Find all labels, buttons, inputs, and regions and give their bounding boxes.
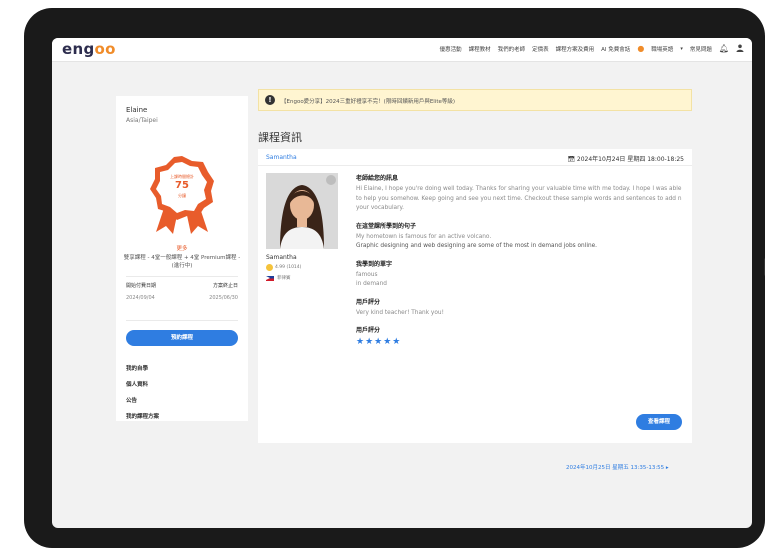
teacher-message-heading: 老師給您的訊息 — [356, 175, 399, 182]
philippines-flag-icon — [266, 275, 274, 281]
page-title: 課程資訊 — [258, 131, 302, 144]
teacher-message-text: Hi Elaine, I hope you're doing well toda… — [356, 186, 682, 211]
bell-icon[interactable]: 🔔︎ — [719, 45, 729, 53]
sentences-block: 在這堂課所學到的句子 My hometown is famous for an … — [356, 221, 684, 252]
course-plan-text: 雙享課程 - 4堂一般課程 + 4堂 Premium課程 - (進行中) — [123, 255, 241, 269]
top-navigation-bar: engoo 優惠活動 課程教材 我們的老師 定價表 課程方案及費用 AI 免費會… — [52, 38, 752, 62]
vocabulary-item: famous — [356, 271, 378, 278]
tutor-rating: 4.99 (1014) — [266, 264, 301, 271]
vocabulary-block: 我學到的單字 famous in demand — [356, 259, 684, 290]
announcement-banner[interactable]: ! 【Engoo愛分享】2024三重好禮享不完！(限時回饋新用戶與Elite等級… — [258, 89, 692, 111]
tutor-country: 菲律賓 — [266, 275, 291, 281]
tutor-portrait — [266, 173, 338, 249]
user-rating-heading: 用戶評分 — [356, 327, 381, 334]
sentence-item: My hometown is famous for an active volc… — [356, 233, 492, 240]
sidebar-item-my-plans[interactable]: 我的課程方案 — [126, 412, 159, 420]
alert-icon: ! — [265, 95, 275, 105]
sidebar-item-profile[interactable]: 個人資料 — [126, 380, 148, 388]
start-date-value: 2024/09/04 — [126, 295, 155, 301]
badge-value: 75 — [175, 180, 189, 191]
user-name: Elaine — [126, 106, 148, 114]
lesson-info-card: Samantha 📅︎ 2024年10月24日 星期四 18:00-18:25 … — [258, 149, 692, 443]
chevron-down-icon: ▾ — [680, 45, 683, 52]
main-nav: 優惠活動 課程教材 我們的老師 定價表 課程方案及費用 AI 免費會話 ● 職場… — [440, 44, 744, 54]
engoo-logo[interactable]: engoo — [62, 40, 116, 58]
sentence-item: Graphic designing and web designing are … — [356, 243, 598, 249]
medal-icon — [266, 264, 273, 271]
end-date-label: 方案終止日 — [212, 283, 238, 289]
user-rating-block: 用戶評分 ★★★★★ — [356, 325, 684, 347]
tutor-name: Samantha — [266, 254, 297, 261]
sidebar-divider — [126, 276, 238, 277]
nav-item-pricing[interactable]: 定價表 — [532, 45, 549, 53]
user-timezone: Asia/Taipei — [126, 117, 158, 124]
nav-item-promotions[interactable]: 優惠活動 — [440, 45, 462, 53]
sentences-heading: 在這堂課所學到的句子 — [356, 222, 417, 230]
sidebar-divider — [126, 320, 238, 321]
end-date-value: 2025/06/30 — [209, 295, 238, 301]
profile-sidebar: Elaine Asia/Taipei 上課時間總計 75 分鐘 更多 雙享課程 … — [116, 96, 248, 421]
next-lesson-link[interactable]: 2024年10月25日 星期五 13:35-13:55 ▸ — [566, 463, 669, 471]
chat-bubble-icon: ● — [637, 44, 645, 53]
app-screen: engoo 優惠活動 課程教材 我們的老師 定價表 課程方案及費用 AI 免費會… — [52, 38, 752, 528]
teacher-message-block: 老師給您的訊息 Hi Elaine, I hope you're doing w… — [356, 173, 684, 214]
lesson-feedback: 老師給您的訊息 Hi Elaine, I hope you're doing w… — [356, 173, 684, 354]
lesson-card-header: Samantha 📅︎ 2024年10月24日 星期四 18:00-18:25 — [258, 149, 692, 166]
star-rating: ★★★★★ — [356, 337, 402, 347]
lesson-datetime-text: 2024年10月24日 星期四 18:00-18:25 — [576, 156, 684, 163]
nav-item-materials[interactable]: 課程教材 — [469, 45, 491, 53]
favorite-icon[interactable] — [326, 175, 336, 185]
lesson-datetime: 📅︎ 2024年10月24日 星期四 18:00-18:25 — [567, 154, 684, 163]
tutor-photo[interactable] — [266, 173, 338, 249]
logo-text-suffix: oo — [94, 40, 116, 58]
vocabulary-heading: 我學到的單字 — [356, 260, 393, 268]
sidebar-item-announcements[interactable]: 公告 — [126, 396, 137, 404]
user-icon[interactable] — [736, 44, 744, 54]
tutor-rating-text: 4.99 (1014) — [275, 265, 302, 270]
lesson-time-badge: 上課時間總計 75 分鐘 — [146, 154, 218, 236]
nav-item-business[interactable]: 職場英語 — [651, 45, 673, 53]
nav-item-ai-chat[interactable]: AI 免費會話 — [601, 45, 630, 53]
plan-dates: 開始付費日期 方案終止日 2024/09/04 2025/06/30 — [126, 282, 238, 307]
tutor-country-text: 菲律賓 — [277, 276, 291, 281]
calendar-icon: 📅︎ — [567, 156, 577, 163]
book-lesson-button[interactable]: 預約課程 — [126, 330, 238, 346]
more-link[interactable]: 更多 — [116, 244, 248, 252]
view-lesson-button[interactable]: 查看課程 — [636, 414, 682, 430]
nav-item-teachers[interactable]: 我們的老師 — [498, 45, 526, 53]
user-comment-block: 用戶評分 Very kind teacher! Thank you! — [356, 297, 684, 319]
announcement-text: 【Engoo愛分享】2024三重好禮享不完！(限時回饋新用戶與Elite等級) — [281, 99, 456, 105]
badge-unit: 分鐘 — [178, 193, 186, 198]
user-comment-heading: 用戶評分 — [356, 298, 381, 306]
nav-item-faq[interactable]: 常見問題 — [690, 45, 712, 53]
user-comment-text: Very kind teacher! Thank you! — [356, 309, 444, 316]
nav-item-plans[interactable]: 課程方案及費用 — [556, 45, 595, 53]
vocabulary-item: in demand — [356, 281, 387, 287]
tutor-name-link[interactable]: Samantha — [266, 154, 297, 161]
logo-text-prefix: eng — [62, 40, 95, 58]
start-date-label: 開始付費日期 — [126, 283, 157, 289]
sidebar-item-self-study[interactable]: 我的自學 — [126, 364, 148, 372]
